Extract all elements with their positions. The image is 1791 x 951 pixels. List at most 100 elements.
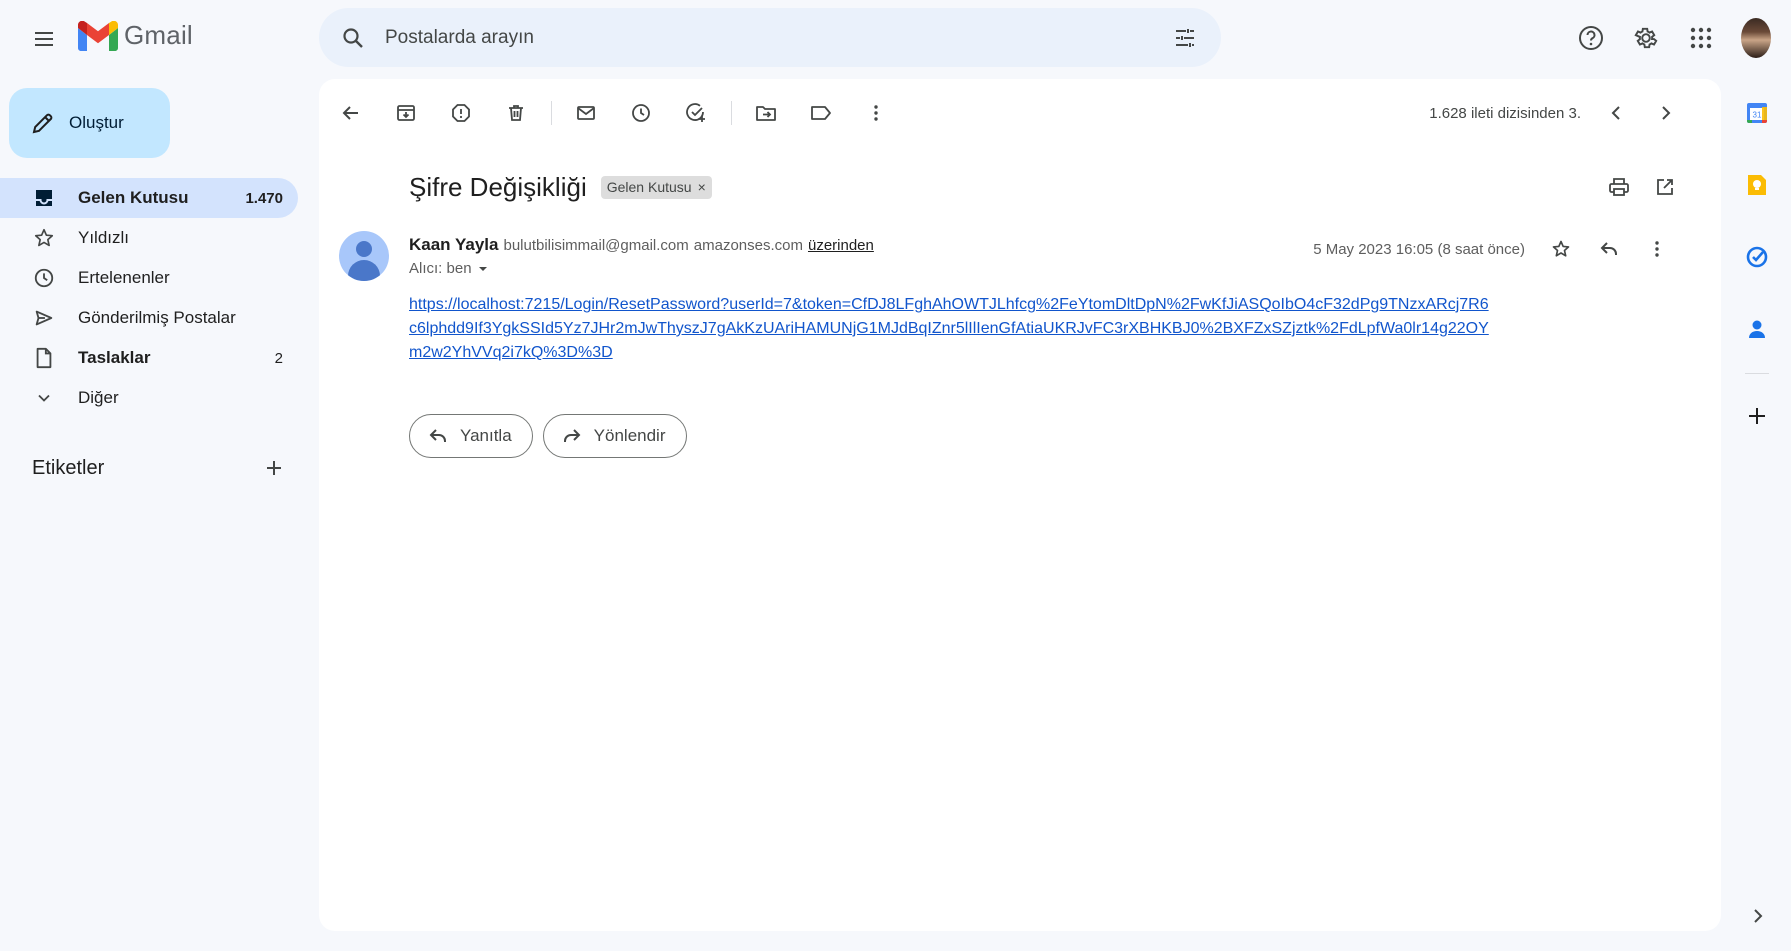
open-in-new-icon xyxy=(1657,179,1673,195)
search-button[interactable] xyxy=(331,16,375,60)
search-icon xyxy=(343,27,363,48)
sender-email: bulutbilisimmail@gmail.com xyxy=(503,237,689,254)
newer-button[interactable] xyxy=(1597,93,1637,133)
settings-button[interactable] xyxy=(1624,16,1668,60)
support-button[interactable] xyxy=(1569,16,1613,60)
chevron-down-icon xyxy=(32,386,56,410)
spam-icon xyxy=(452,104,470,122)
clock-icon xyxy=(632,104,650,122)
subject-actions xyxy=(1599,167,1691,207)
sidebar-item-inbox[interactable]: Gelen Kutusu 1.470 xyxy=(0,178,298,218)
top-right-actions xyxy=(1558,16,1791,60)
more-options-button[interactable] xyxy=(856,93,896,133)
message-view: 1.628 ileti dizisinden 3. Şifre Değişikl… xyxy=(319,79,1721,931)
tasks-app-button[interactable] xyxy=(1737,237,1777,277)
sidebar-item-starred[interactable]: Yıldızlı xyxy=(0,218,298,258)
message-more-button[interactable] xyxy=(1637,229,1677,269)
contacts-icon xyxy=(1749,320,1765,338)
sidebar-nav: Gelen Kutusu 1.470 Yıldızlı Ertelenenler… xyxy=(0,178,298,418)
mail-icon xyxy=(577,106,595,120)
sidebar-item-label: Ertelenenler xyxy=(78,268,170,287)
reply-label: Yanıtla xyxy=(460,426,512,445)
compose-label: Oluştur xyxy=(69,113,124,132)
top-bar: Gmail xyxy=(0,0,1791,77)
move-to-button[interactable] xyxy=(746,93,786,133)
reply-actions: Yanıtla Yönlendir xyxy=(409,414,687,458)
help-icon xyxy=(1579,26,1603,50)
sender-via-domain: amazonses.com xyxy=(693,237,803,254)
arrow-back-icon xyxy=(342,106,358,120)
message-meta: 5 May 2023 16:05 (8 saat önce) xyxy=(1313,229,1685,269)
back-button[interactable] xyxy=(331,93,371,133)
labels-button[interactable] xyxy=(801,93,841,133)
star-icon xyxy=(32,226,56,250)
label-chip-text: Gelen Kutusu xyxy=(606,178,692,195)
search-bar[interactable] xyxy=(319,8,1221,67)
sidebar-item-snoozed[interactable]: Ertelenenler xyxy=(0,258,298,298)
compose-button[interactable]: Oluştur xyxy=(9,88,170,158)
reply-icon xyxy=(429,429,446,442)
search-input[interactable] xyxy=(385,26,1163,49)
chevron-right-icon xyxy=(1754,909,1763,923)
trash-icon xyxy=(509,105,523,121)
mark-unread-button[interactable] xyxy=(566,93,606,133)
send-icon xyxy=(32,306,56,330)
calendar-app-button[interactable]: 31 xyxy=(1737,93,1777,133)
main-menu-button[interactable] xyxy=(24,19,64,59)
sidebar-item-drafts[interactable]: Taslaklar 2 xyxy=(0,338,298,378)
sidebar-item-count: 2 xyxy=(274,349,283,367)
create-label-button[interactable] xyxy=(258,452,290,484)
message-toolbar xyxy=(331,89,911,137)
side-panel-divider xyxy=(1745,373,1769,374)
reply-icon xyxy=(1600,242,1617,255)
reply-button-header[interactable] xyxy=(1589,229,1629,269)
sidebar-item-label: Gelen Kutusu xyxy=(78,188,189,207)
sidebar-item-label: Gönderilmiş Postalar xyxy=(78,308,236,327)
add-to-tasks-button[interactable] xyxy=(676,93,716,133)
tasks-icon xyxy=(1746,246,1768,268)
reply-button[interactable]: Yanıtla xyxy=(409,414,533,458)
recipient-details-toggle[interactable]: Alıcı: ben xyxy=(409,260,490,277)
sidebar-item-more[interactable]: Diğer xyxy=(0,378,298,418)
sidebar-item-sent[interactable]: Gönderilmiş Postalar xyxy=(0,298,298,338)
snooze-button[interactable] xyxy=(621,93,661,133)
caret-down-icon xyxy=(478,266,487,271)
star-icon xyxy=(1552,240,1570,257)
report-spam-button[interactable] xyxy=(441,93,481,133)
sender-name[interactable]: Kaan Yayla xyxy=(409,235,498,255)
pagination: 1.628 ileti dizisinden 3. xyxy=(1429,93,1693,133)
sender-avatar[interactable] xyxy=(339,231,389,281)
sender-line: Kaan Yayla bulutbilisimmail@gmail.com am… xyxy=(409,235,874,255)
sidebar-item-label: Yıldızlı xyxy=(78,228,130,247)
open-new-window-button[interactable] xyxy=(1645,167,1685,207)
star-button[interactable] xyxy=(1541,229,1581,269)
gmail-logo[interactable]: Gmail xyxy=(78,20,193,51)
plus-icon xyxy=(1749,408,1765,424)
label-chip-inbox[interactable]: Gelen Kutusu × xyxy=(600,175,712,199)
sender-via-link[interactable]: üzerinden xyxy=(808,237,874,254)
remove-label-button[interactable]: × xyxy=(698,179,706,195)
apps-button[interactable] xyxy=(1679,16,1723,60)
side-panel: 31 xyxy=(1733,93,1781,468)
avatar-body xyxy=(348,260,380,281)
get-addons-button[interactable] xyxy=(1737,396,1777,436)
more-vert-icon xyxy=(1655,241,1659,257)
more-vert-icon xyxy=(874,105,878,121)
archive-button[interactable] xyxy=(386,93,426,133)
sidebar-item-label: Diğer xyxy=(78,388,119,407)
keep-app-button[interactable] xyxy=(1737,165,1777,205)
hamburger-icon xyxy=(35,32,53,46)
older-button[interactable] xyxy=(1645,93,1685,133)
reset-password-link[interactable]: https://localhost:7215/Login/ResetPasswo… xyxy=(409,293,1489,365)
contacts-app-button[interactable] xyxy=(1737,309,1777,349)
account-avatar[interactable] xyxy=(1741,18,1771,58)
search-options-button[interactable] xyxy=(1163,16,1207,60)
clock-icon xyxy=(32,266,56,290)
delete-button[interactable] xyxy=(496,93,536,133)
print-button[interactable] xyxy=(1599,167,1639,207)
forward-button[interactable]: Yönlendir xyxy=(542,414,687,458)
print-icon xyxy=(1609,178,1629,196)
show-side-panel-button[interactable] xyxy=(1737,896,1777,936)
draft-icon xyxy=(32,346,56,370)
apps-icon xyxy=(1690,27,1712,49)
